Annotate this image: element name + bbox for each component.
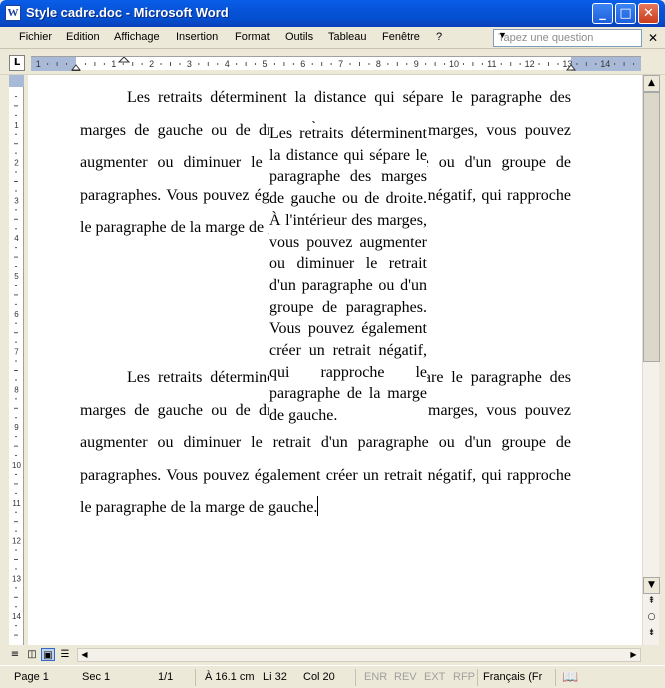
left-indent-marker: [70, 64, 82, 71]
normal-view-icon[interactable]: ≡: [8, 648, 22, 661]
vruler-number: 1: [14, 121, 19, 130]
outline-view-icon[interactable]: ☰: [58, 648, 72, 661]
first-line-indent-marker: [117, 57, 131, 63]
status-page: Page 1: [14, 671, 49, 683]
vruler-number: 10: [12, 461, 21, 470]
status-position: À 16.1 cm: [205, 671, 255, 683]
help-question-input[interactable]: Tapez une question ▼: [493, 29, 642, 47]
ruler-number: 12: [525, 59, 535, 69]
previous-page-icon[interactable]: ⇞: [643, 594, 660, 611]
ruler-number: 3: [187, 59, 192, 69]
vruler-number: 9: [14, 423, 19, 432]
ruler-number: 5: [262, 59, 267, 69]
ruler-number: 9: [414, 59, 419, 69]
ruler-number: 1: [36, 59, 41, 69]
status-bar: Page 1 Sec 1 1/1 À 16.1 cm Li 32 Col 20 …: [0, 665, 665, 688]
ruler-ticks: 1 1 2 3 4 5 6 7 8 9 10 11 12 13 14: [36, 57, 635, 71]
status-column: Col 20: [303, 671, 335, 683]
ruler-number: 1: [111, 59, 116, 69]
menu-tableau[interactable]: Tableau: [328, 31, 367, 43]
frame-text: Les retraits déterminent la distance qui…: [269, 125, 427, 425]
minimize-button[interactable]: _: [592, 3, 613, 24]
spelling-status-icon[interactable]: 📖: [562, 669, 578, 685]
vruler-number: 11: [12, 499, 21, 508]
chevron-down-icon[interactable]: ▼: [498, 30, 639, 40]
scroll-down-button[interactable]: ▼: [643, 577, 660, 594]
status-pages: 1/1: [158, 671, 174, 683]
vruler-number: 7: [14, 348, 19, 357]
status-rev[interactable]: REV: [394, 671, 417, 683]
vruler-number: 8: [14, 385, 19, 394]
menu-format[interactable]: Format: [235, 31, 270, 43]
word-app-icon[interactable]: W: [5, 5, 21, 21]
scroll-thumb[interactable]: [643, 92, 660, 362]
maximize-button[interactable]: □: [615, 3, 636, 24]
status-line: Li 32: [263, 671, 287, 683]
vruler-number: 14: [12, 612, 21, 621]
menu-fichier[interactable]: Fichier: [19, 31, 52, 43]
ruler-number: 8: [376, 59, 381, 69]
next-page-icon[interactable]: ⇟: [643, 626, 660, 643]
vruler-number: 13: [12, 574, 21, 583]
status-language[interactable]: Français (Fr: [483, 671, 542, 683]
status-section: Sec 1: [82, 671, 111, 683]
ruler-number: 6: [300, 59, 305, 69]
vertical-ruler[interactable]: 1 2 3 4 5 6 7 8 9 10 11 12 13 14: [9, 75, 24, 645]
web-view-icon[interactable]: ◫: [25, 648, 39, 661]
vruler-number: 2: [14, 159, 19, 168]
status-ext[interactable]: EXT: [424, 671, 445, 683]
vruler-number: 5: [14, 272, 19, 281]
menu-help[interactable]: ?: [436, 31, 442, 43]
title-bar[interactable]: W Style cadre.doc - Microsoft Word _ □ ✕: [0, 0, 665, 27]
menu-edition[interactable]: Edition: [66, 31, 100, 43]
browse-object-icon[interactable]: ○: [643, 610, 660, 627]
vruler-number: 4: [14, 234, 19, 243]
print-layout-view-icon[interactable]: ▣: [41, 648, 55, 661]
menu-affichage[interactable]: Affichage: [114, 31, 160, 43]
window-title: Style cadre.doc - Microsoft Word: [26, 5, 229, 20]
vertical-scrollbar[interactable]: ▲ ▼ ⇞ ○ ⇟: [642, 75, 660, 645]
close-button[interactable]: ✕: [638, 3, 659, 24]
status-rfp[interactable]: RFP: [453, 671, 475, 683]
ruler-number: 2: [149, 59, 154, 69]
scroll-left-button[interactable]: ◀: [78, 649, 91, 661]
document-close-icon[interactable]: ✕: [648, 31, 658, 45]
vruler-top-margin: [9, 75, 24, 87]
status-enr[interactable]: ENR: [364, 671, 387, 683]
text-caret: [317, 496, 319, 516]
scroll-right-button[interactable]: ▶: [627, 649, 640, 661]
menu-insertion[interactable]: Insertion: [176, 31, 218, 43]
ruler-number: 14: [600, 59, 610, 69]
vruler-ticks: 1234567891011121314: [12, 95, 21, 636]
horizontal-ruler[interactable]: 1 1 2 3 4 5 6 7 8 9 10 11 12 13 14: [31, 56, 641, 71]
vruler-number: 6: [14, 310, 19, 319]
menu-outils[interactable]: Outils: [285, 31, 313, 43]
document-area[interactable]: Les retraits déterminent la distance qui…: [28, 75, 642, 645]
horizontal-scrollbar[interactable]: ◀ ▶: [77, 648, 641, 662]
ruler-number: 11: [487, 59, 496, 69]
menu-fenetre[interactable]: Fenêtre: [382, 31, 420, 43]
ruler-number: 10: [449, 59, 459, 69]
vruler-number: 3: [14, 196, 19, 205]
text-frame[interactable]: Les retraits déterminent la distance qui…: [269, 123, 427, 427]
tab-selector[interactable]: L: [9, 55, 25, 71]
vruler-number: 12: [12, 537, 21, 546]
ruler-number: 7: [338, 59, 343, 69]
scroll-up-button[interactable]: ▲: [643, 75, 660, 92]
ruler-number: 4: [225, 59, 230, 69]
